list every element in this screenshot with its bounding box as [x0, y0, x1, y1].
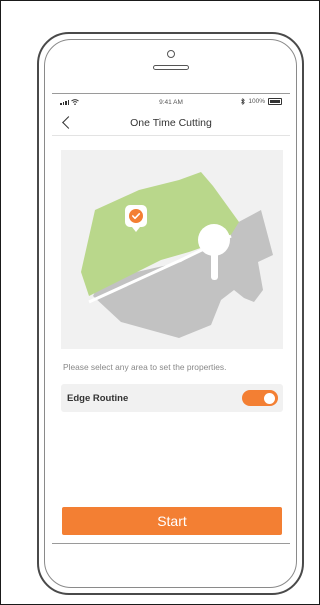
- edge-routine-toggle[interactable]: [242, 390, 278, 406]
- battery-percent: 100%: [248, 98, 265, 105]
- nav-divider: [52, 135, 290, 136]
- camera-icon: [167, 50, 175, 58]
- device-mockup-frame: 9:41 AM 100% One Time Cutting Please sel…: [0, 0, 320, 605]
- bluetooth-icon: [241, 98, 246, 105]
- area-hint-text: Please select any area to set the proper…: [63, 362, 227, 372]
- area-map: [61, 150, 283, 349]
- speaker-grille: [153, 65, 189, 70]
- nav-bar: One Time Cutting: [52, 112, 290, 134]
- status-right: 100%: [241, 98, 282, 105]
- app-screen: 9:41 AM 100% One Time Cutting Please sel…: [52, 93, 290, 544]
- start-button[interactable]: Start: [62, 507, 282, 535]
- status-bar: 9:41 AM 100%: [52, 94, 290, 110]
- page-title: One Time Cutting: [130, 117, 212, 129]
- edge-routine-label: Edge Routine: [67, 393, 129, 404]
- edge-routine-row: Edge Routine: [61, 384, 283, 412]
- toggle-knob: [264, 392, 275, 404]
- battery-icon: [268, 98, 282, 105]
